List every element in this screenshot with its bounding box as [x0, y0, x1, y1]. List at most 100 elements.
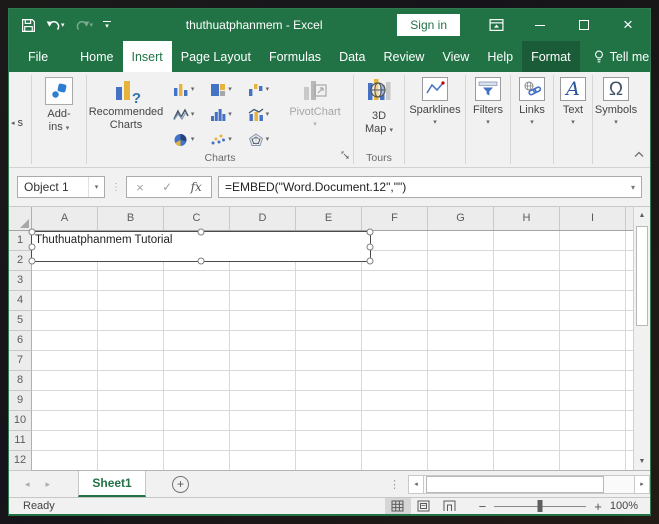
vertical-scroll-track[interactable]: [634, 224, 650, 453]
resize-handle-bottom-right[interactable]: [366, 257, 374, 265]
row-header-9[interactable]: 9: [9, 391, 32, 411]
page-break-preview-button[interactable]: [437, 498, 463, 514]
undo-button[interactable]: ▾: [46, 19, 65, 32]
column-header-h[interactable]: H: [494, 207, 560, 230]
tab-home[interactable]: Home: [71, 41, 122, 72]
insert-pie-chart-button[interactable]: ▾: [165, 127, 202, 152]
row-header-11[interactable]: 11: [9, 431, 32, 451]
normal-view-button[interactable]: [384, 498, 411, 514]
zoom-level[interactable]: 100%: [610, 500, 638, 512]
row-header-10[interactable]: 10: [9, 411, 32, 431]
symbols-button[interactable]: Ω Symbols ▾: [595, 72, 637, 152]
select-all-corner[interactable]: [9, 207, 32, 230]
new-sheet-button[interactable]: +: [172, 475, 190, 493]
row-header-4[interactable]: 4: [9, 291, 32, 311]
resize-handle-bottom-left[interactable]: [28, 257, 36, 265]
charts-dialog-launcher[interactable]: [341, 147, 350, 165]
vertical-scrollbar[interactable]: ▲ ▼: [633, 207, 650, 470]
close-button[interactable]: ×: [606, 9, 650, 41]
insert-waterfall-chart-button[interactable]: ▾: [240, 77, 277, 102]
name-box[interactable]: Object 1 ▾: [17, 176, 105, 198]
ribbon-display-options-button[interactable]: [474, 9, 518, 41]
maximize-button[interactable]: [562, 9, 606, 41]
zoom-in-button[interactable]: +: [594, 499, 602, 514]
row-header-3[interactable]: 3: [9, 271, 32, 291]
next-sheet-icon[interactable]: ▸: [46, 479, 51, 490]
embedded-word-object[interactable]: Thuthuatphanmem Tutorial: [28, 228, 374, 265]
resize-handle-top-left[interactable]: [28, 228, 36, 236]
horizontal-scroll-track[interactable]: [424, 474, 634, 494]
horizontal-scrollbar[interactable]: ◂ ▸: [408, 471, 650, 497]
page-layout-view-button[interactable]: [411, 498, 437, 514]
row-header-8[interactable]: 8: [9, 371, 32, 391]
undo-caret-icon[interactable]: ▾: [61, 22, 65, 29]
insert-line-chart-button[interactable]: ▾: [165, 102, 202, 127]
resize-handle-mid-right[interactable]: [366, 243, 374, 250]
column-header-e[interactable]: E: [296, 207, 362, 230]
filters-button[interactable]: Filters ▾: [473, 72, 503, 152]
scroll-right-button[interactable]: ▸: [634, 474, 650, 494]
row-header-5[interactable]: 5: [9, 311, 32, 331]
vertical-scroll-thumb[interactable]: [636, 226, 648, 326]
tab-page-layout[interactable]: Page Layout: [172, 41, 260, 72]
horizontal-scroll-thumb[interactable]: [426, 475, 604, 493]
insert-combo-chart-button[interactable]: ▾: [240, 102, 277, 127]
scroll-down-button[interactable]: ▼: [634, 453, 650, 470]
column-header-a[interactable]: A: [32, 207, 98, 230]
resize-handle-top-center[interactable]: [197, 228, 205, 236]
grid[interactable]: A B C D E F G H I 1 2 3 4 5 6 7 8 9 10 1…: [9, 207, 633, 471]
sign-in-button[interactable]: Sign in: [397, 14, 460, 36]
formula-bar-splitter[interactable]: ⋮: [111, 182, 121, 193]
scroll-left-button[interactable]: ◂: [408, 474, 424, 494]
insert-radar-chart-button[interactable]: ▾: [240, 127, 277, 152]
tab-formulas[interactable]: Formulas: [260, 41, 330, 72]
insert-treemap-chart-button[interactable]: ▾: [202, 77, 239, 102]
cancel-icon[interactable]: ×: [136, 180, 144, 195]
add-ins-button[interactable]: Add-ins ▾: [45, 72, 73, 152]
customize-qat-button[interactable]: ▾: [103, 20, 112, 30]
tab-file[interactable]: File: [19, 41, 57, 72]
minimize-button[interactable]: [518, 9, 562, 41]
text-button[interactable]: A Text ▾: [560, 72, 586, 152]
row-header-6[interactable]: 6: [9, 331, 32, 351]
zoom-out-button[interactable]: −: [479, 499, 487, 514]
name-box-caret-icon[interactable]: ▾: [88, 177, 104, 197]
enter-icon[interactable]: ✓: [162, 180, 172, 194]
tab-tell-me[interactable]: Tell me: [584, 41, 659, 72]
resize-handle-top-right[interactable]: [366, 228, 374, 236]
column-header-f[interactable]: F: [362, 207, 428, 230]
tab-review[interactable]: Review: [374, 41, 433, 72]
3d-map-button[interactable]: 3D Map ▾: [365, 72, 393, 152]
insert-function-icon[interactable]: fx: [191, 180, 202, 194]
zoom-slider-thumb[interactable]: [537, 500, 543, 512]
sparklines-button[interactable]: Sparklines ▾: [409, 72, 461, 152]
insert-scatter-chart-button[interactable]: ▾: [202, 127, 239, 152]
row-header-7[interactable]: 7: [9, 351, 32, 371]
tab-data[interactable]: Data: [330, 41, 374, 72]
group-flyout-icon[interactable]: ◂: [11, 119, 15, 127]
insert-column-chart-button[interactable]: ▾: [165, 77, 202, 102]
insert-histogram-chart-button[interactable]: ▾: [202, 102, 239, 127]
prev-sheet-icon[interactable]: ◂: [25, 479, 30, 490]
tab-view[interactable]: View: [433, 41, 478, 72]
column-header-d[interactable]: D: [230, 207, 296, 230]
column-header-b[interactable]: B: [98, 207, 164, 230]
column-header-g[interactable]: G: [428, 207, 494, 230]
column-header-c[interactable]: C: [164, 207, 230, 230]
collapse-ribbon-button[interactable]: [634, 145, 644, 163]
row-header-12[interactable]: 12: [9, 451, 32, 471]
resize-handle-mid-left[interactable]: [28, 243, 36, 250]
links-button[interactable]: Links ▾: [519, 72, 545, 152]
tab-splitter[interactable]: ⋮: [389, 478, 400, 491]
save-icon[interactable]: [21, 18, 36, 33]
sheet-tab-sheet1[interactable]: Sheet1: [78, 471, 147, 497]
tab-format[interactable]: Format: [522, 41, 580, 72]
zoom-slider-track[interactable]: [494, 500, 587, 512]
resize-handle-bottom-center[interactable]: [197, 257, 205, 265]
column-header-i[interactable]: I: [560, 207, 626, 230]
recommended-charts-button[interactable]: ? Recommended Charts: [87, 72, 165, 152]
formula-input[interactable]: =EMBED("Word.Document.12","") ▾: [218, 176, 642, 198]
scroll-up-button[interactable]: ▲: [634, 207, 650, 224]
tab-insert[interactable]: Insert: [122, 41, 172, 72]
expand-formula-bar-icon[interactable]: ▾: [631, 183, 635, 192]
